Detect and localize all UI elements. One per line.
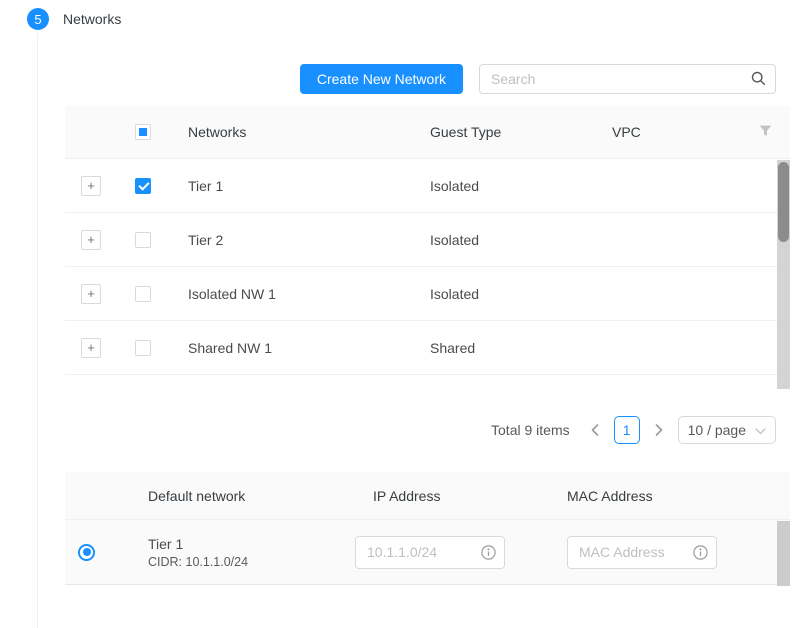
guest-type: Isolated bbox=[410, 286, 595, 302]
column-header-guest-type: Guest Type bbox=[410, 124, 595, 140]
filter-cell bbox=[740, 124, 790, 140]
scrollbar-thumb[interactable] bbox=[778, 162, 789, 242]
row-checkbox[interactable] bbox=[135, 232, 151, 248]
expand-row-button[interactable]: + bbox=[81, 338, 101, 358]
row-checkbox[interactable] bbox=[135, 286, 151, 302]
pagination-total: Total 9 items bbox=[491, 422, 570, 438]
expand-row-button[interactable]: + bbox=[81, 230, 101, 250]
guest-type: Isolated bbox=[410, 178, 595, 194]
step-title: Networks bbox=[63, 11, 121, 27]
step-header: 5 Networks bbox=[27, 8, 121, 30]
expand-row-button[interactable]: + bbox=[81, 176, 101, 196]
table-row[interactable]: + Tier 2 Isolated bbox=[65, 213, 790, 267]
guest-type: Shared bbox=[410, 340, 595, 356]
page-size-value: 10 / page bbox=[688, 422, 746, 438]
network-name: Isolated NW 1 bbox=[169, 286, 410, 302]
create-new-network-button[interactable]: Create New Network bbox=[300, 64, 463, 94]
ip-address-field bbox=[355, 536, 505, 569]
search-icon[interactable] bbox=[751, 71, 766, 89]
column-header-mac-address: MAC Address bbox=[567, 488, 790, 504]
default-table-scrollbar[interactable] bbox=[777, 521, 790, 586]
table-row[interactable]: + Isolated NW 1 Isolated bbox=[65, 267, 790, 321]
search-input[interactable] bbox=[479, 64, 776, 94]
filter-funnel-icon[interactable] bbox=[759, 124, 772, 140]
column-header-networks: Networks bbox=[169, 124, 410, 140]
networks-table: Networks Guest Type VPC + Tier 1 Isolate… bbox=[65, 106, 790, 375]
network-name: Tier 2 bbox=[169, 232, 410, 248]
page-size-select[interactable]: 10 / page bbox=[678, 416, 776, 444]
network-name: Shared NW 1 bbox=[169, 340, 410, 356]
default-network-table: Default network IP Address MAC Address T… bbox=[65, 472, 790, 585]
network-name: Tier 1 bbox=[169, 178, 410, 194]
step-number-badge: 5 bbox=[27, 8, 49, 30]
info-circle-icon bbox=[481, 545, 496, 563]
expand-row-button[interactable]: + bbox=[81, 284, 101, 304]
prev-page-button[interactable] bbox=[586, 416, 604, 444]
mac-address-field bbox=[567, 536, 717, 569]
default-network-radio[interactable] bbox=[78, 544, 95, 561]
select-all-checkbox[interactable] bbox=[135, 124, 151, 140]
step-connector-line bbox=[37, 33, 38, 628]
networks-step-page: 5 Networks Create New Network Networks G… bbox=[0, 0, 805, 628]
default-network-name-cell: Tier 1 CIDR: 10.1.1.0/24 bbox=[148, 536, 355, 569]
info-circle-icon bbox=[693, 545, 708, 563]
search-box bbox=[479, 64, 776, 94]
networks-table-header: Networks Guest Type VPC bbox=[65, 106, 790, 159]
next-page-button[interactable] bbox=[650, 416, 668, 444]
network-cidr: CIDR: 10.1.1.0/24 bbox=[148, 555, 355, 569]
row-checkbox[interactable] bbox=[135, 178, 151, 194]
column-header-default-network: Default network bbox=[148, 488, 355, 504]
column-header-vpc: VPC bbox=[595, 124, 740, 140]
pagination: Total 9 items 1 10 / page bbox=[65, 415, 776, 445]
chevron-down-icon bbox=[755, 422, 766, 438]
default-table-header: Default network IP Address MAC Address bbox=[65, 472, 790, 520]
guest-type: Isolated bbox=[410, 232, 595, 248]
column-header-ip-address: IP Address bbox=[355, 488, 567, 504]
table-row[interactable]: + Shared NW 1 Shared bbox=[65, 321, 790, 375]
networks-table-scrollbar[interactable] bbox=[777, 160, 790, 389]
toolbar: Create New Network bbox=[65, 64, 776, 94]
row-checkbox[interactable] bbox=[135, 340, 151, 356]
page-number-button[interactable]: 1 bbox=[614, 416, 640, 444]
network-name: Tier 1 bbox=[148, 536, 355, 552]
table-row[interactable]: + Tier 1 Isolated bbox=[65, 159, 790, 213]
select-all-cell bbox=[117, 124, 169, 140]
default-network-row[interactable]: Tier 1 CIDR: 10.1.1.0/24 bbox=[65, 520, 790, 585]
